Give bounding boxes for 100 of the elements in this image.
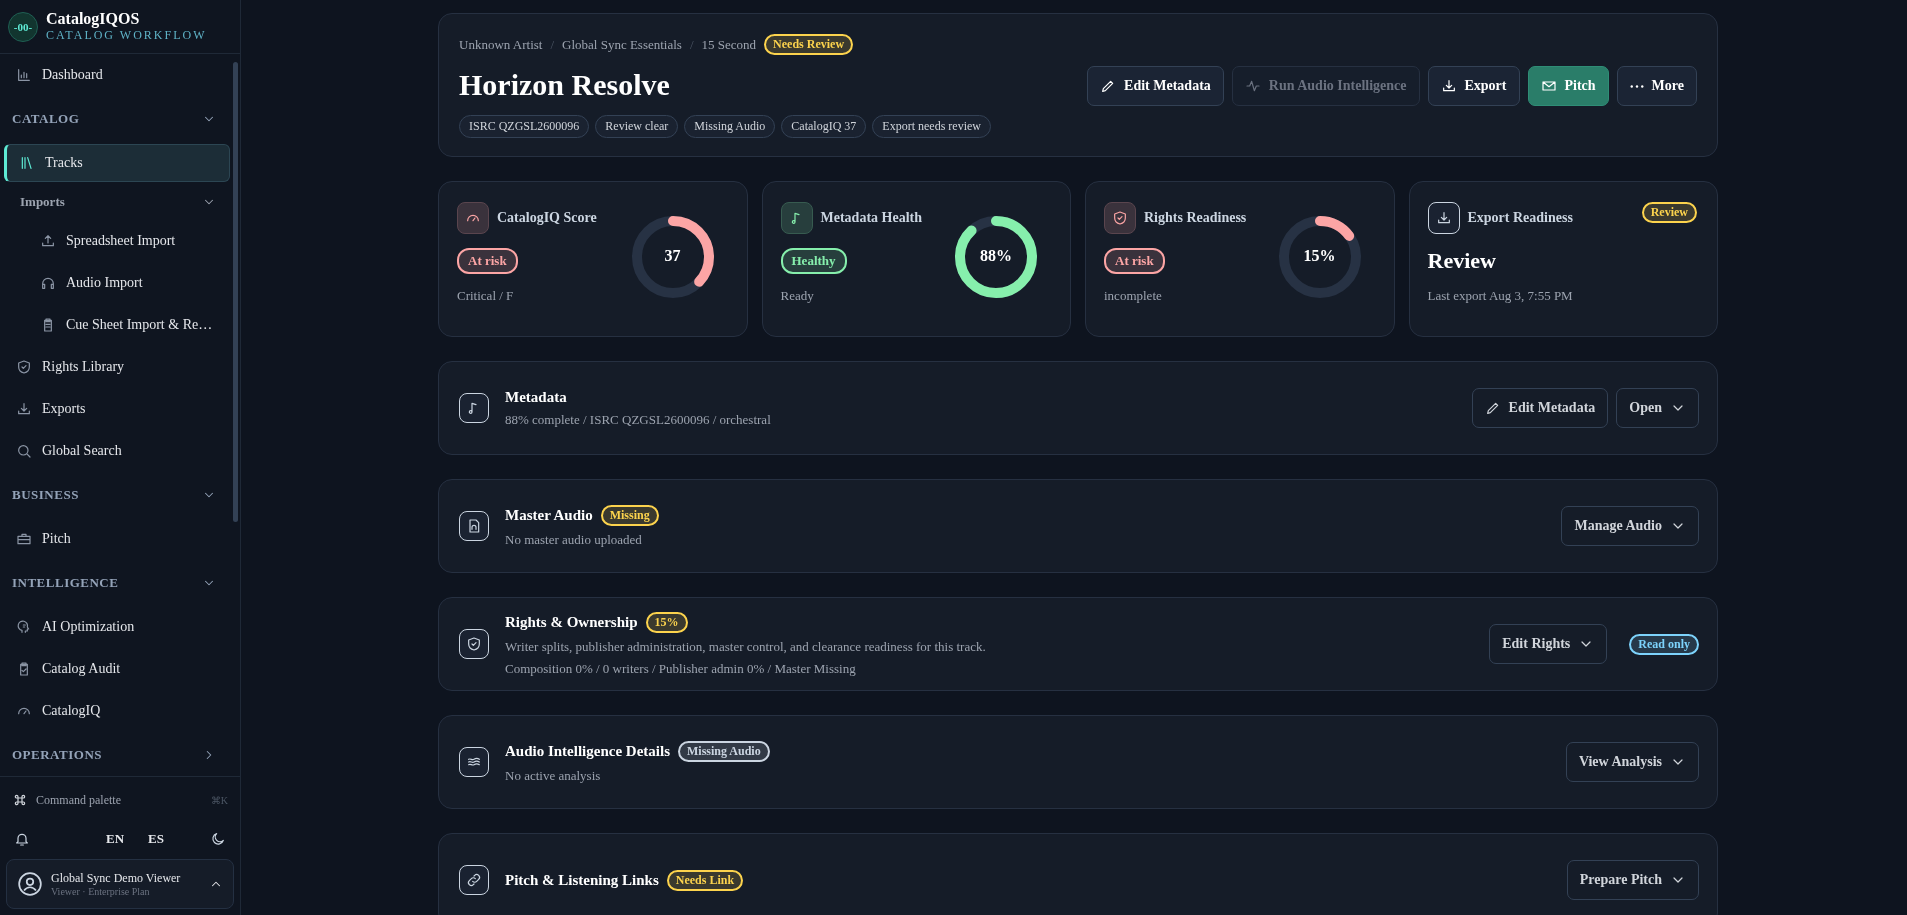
card-title: Rights Readiness <box>1144 210 1247 226</box>
command-palette-button[interactable]: Command palette ⌘K <box>6 781 234 819</box>
nav-item[interactable]: Exports <box>4 388 230 430</box>
section-description: No master audio uploaded <box>505 531 643 548</box>
info-chip: CatalogIQ 37 <box>781 115 867 138</box>
card-caption: Ready <box>780 288 815 304</box>
card-title: Metadata Health <box>820 210 922 226</box>
search-icon <box>16 443 32 459</box>
nav-item[interactable]: AI Optimization <box>4 606 230 648</box>
section-title: Master Audio <box>505 506 593 524</box>
download-icon <box>16 401 32 417</box>
read-only-tag: Read only <box>1629 633 1699 655</box>
section-title: Metadata <box>505 388 567 406</box>
status-badge: At risk <box>1104 248 1165 274</box>
dropdown-button[interactable]: View Analysis <box>1565 742 1699 782</box>
info-chip: ISRC QZGSL2600096 <box>459 115 590 138</box>
section-title: Audio Intelligence Details <box>505 742 670 760</box>
status-badge: Needs Link <box>666 869 744 891</box>
nav-item[interactable]: Audio Import <box>4 262 230 304</box>
donut-value: 15% <box>1303 247 1336 266</box>
head-icon <box>16 619 32 635</box>
status-badge: Healthy <box>780 248 847 274</box>
section-description: No active analysis <box>505 767 602 784</box>
nav-section[interactable]: BUSINESS <box>0 472 230 518</box>
nav-item[interactable]: Catalog Audit <box>4 648 230 690</box>
info-chip: Review clear <box>595 115 679 138</box>
breadcrumb-link[interactable]: Unknown Artist <box>459 36 543 53</box>
moon-icon[interactable] <box>210 831 226 847</box>
dropdown-button[interactable]: Prepare Pitch <box>1566 860 1699 900</box>
download-button[interactable]: Export <box>1427 66 1520 106</box>
nav-item[interactable]: Global Search <box>4 430 230 472</box>
pencil-icon <box>1484 400 1501 416</box>
nav-section[interactable]: CATALOG <box>0 96 230 142</box>
bell-icon[interactable] <box>14 831 30 847</box>
nav-section[interactable]: INTELLIGENCE <box>0 560 230 606</box>
donut-value: 88% <box>980 247 1012 266</box>
logo-mark: -00- <box>8 11 38 42</box>
more-icon <box>1629 84 1644 88</box>
nav-section[interactable]: OPERATIONS <box>0 732 230 776</box>
info-chip: Missing Audio <box>684 115 776 138</box>
user-role: Viewer · Enterprise Plan <box>51 886 151 897</box>
nav-group[interactable]: Imports <box>0 184 230 220</box>
nav-item[interactable]: CatalogIQ <box>4 690 230 732</box>
nav-item[interactable]: Rights Library <box>4 346 230 388</box>
donut-value: 37 <box>664 247 681 266</box>
dropdown-button[interactable]: Edit Rights <box>1489 624 1608 664</box>
scrollbar[interactable] <box>233 62 238 522</box>
audio-file-icon <box>466 518 482 534</box>
briefcase-icon <box>16 531 32 547</box>
readiness-status: Review <box>1427 248 1497 274</box>
brand-tagline: CATALOG WORKFLOW <box>46 28 207 43</box>
section-description: 88% complete / ISRC QZGSL2600096 / orchestral <box>505 411 772 428</box>
section-title: Rights & Ownership <box>505 613 638 631</box>
language-button[interactable]: EN <box>100 829 131 849</box>
user-card[interactable]: Global Sync Demo Viewer Viewer · Enterprise Plan <box>6 859 234 909</box>
edit-button[interactable]: Edit Metadata <box>1471 388 1609 428</box>
breadcrumb-link[interactable]: 15 Second <box>701 36 757 53</box>
breadcrumb-separator: / <box>689 36 694 53</box>
envelope-button[interactable]: Pitch <box>1527 66 1609 106</box>
nav-item[interactable]: Dashboard <box>4 54 230 96</box>
dropdown-button[interactable]: Manage Audio <box>1561 506 1699 546</box>
download-icon <box>1440 78 1457 94</box>
card-caption: Critical / F <box>457 288 515 304</box>
books-icon <box>19 155 35 171</box>
bar-chart-icon <box>16 67 32 83</box>
download-icon <box>1435 210 1452 226</box>
card-title: Export Readiness <box>1467 210 1573 226</box>
breadcrumb-separator: / <box>550 36 555 53</box>
card-title: CatalogIQ Score <box>497 210 597 226</box>
pencil-button[interactable]: Edit Metadata <box>1087 66 1224 106</box>
nav-item[interactable]: Spreadsheet Import <box>4 220 230 262</box>
nav-item[interactable]: Pitch <box>4 518 230 560</box>
nav-item[interactable]: Cue Sheet Import & Re… <box>4 304 230 346</box>
card-caption: incomplete <box>1104 288 1163 304</box>
dropdown-button[interactable]: Open <box>1616 388 1699 428</box>
status-badge: Review <box>1641 202 1697 223</box>
user-name: Global Sync Demo Viewer <box>51 871 182 886</box>
language-button[interactable]: ES <box>142 829 170 849</box>
section-title: Pitch & Listening Links <box>505 871 659 889</box>
section-description: Composition 0% / 0 writers / Publisher admin 0% / Master Missing <box>505 660 857 677</box>
headphones-icon <box>40 275 56 291</box>
brand-name: CatalogIQOS <box>46 10 141 28</box>
link-icon <box>466 872 482 888</box>
shortcut-hint: ⌘K <box>210 794 228 806</box>
card-caption: Last export Aug 3, 7:55 PM <box>1427 288 1573 304</box>
nav-item[interactable]: Tracks <box>4 144 230 182</box>
more-button[interactable]: More <box>1616 66 1697 106</box>
status-badge: 15% <box>645 611 688 633</box>
pulse-icon <box>1244 78 1261 94</box>
avatar-icon <box>17 871 43 897</box>
shield-icon <box>1112 210 1128 226</box>
envelope-icon <box>1540 78 1557 94</box>
shield-icon <box>16 359 32 375</box>
status-badge: At risk <box>457 248 518 274</box>
status-badge: Missing Audio <box>678 740 770 762</box>
breadcrumb-link[interactable]: Global Sync Essentials <box>562 36 682 53</box>
section-description: Writer splits, publisher administration, master control, and clearance readiness for this track. <box>505 638 987 655</box>
track-title: Horizon Resolve <box>459 67 671 103</box>
upload-icon <box>40 233 56 249</box>
info-chip: Export needs review <box>872 115 991 138</box>
